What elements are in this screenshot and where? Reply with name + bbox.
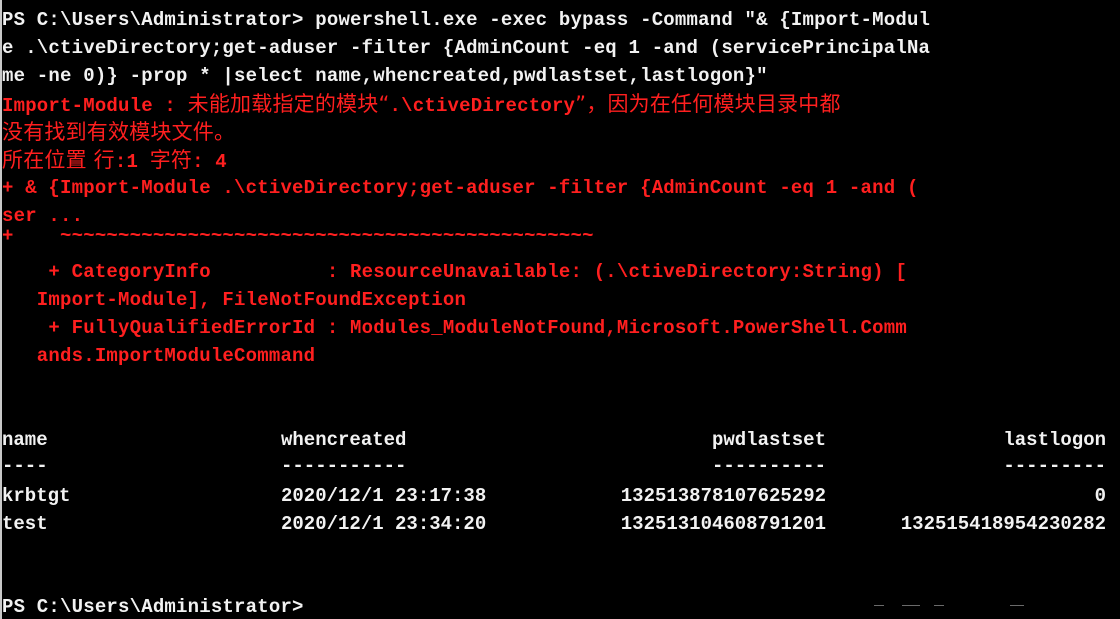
error-fully-qualified-id: + FullyQualifiedErrorId : Modules_Module… — [2, 317, 907, 339]
error-message-cn-c: 没有找到有效模块文件。 — [2, 120, 236, 144]
artifact-speck — [934, 605, 944, 606]
column-underline-pwdlastset: ---------- — [711, 455, 826, 477]
column-header-name: name — [2, 429, 48, 451]
error-category-info: + CategoryInfo : ResourceUnavailable: (.… — [2, 261, 907, 283]
artifact-speck — [902, 605, 920, 606]
powershell-console[interactable]: PS C:\Users\Administrator> powershell.ex… — [0, 0, 1120, 619]
command-line-2: e .\ctiveDirectory;get-aduser -filter {A… — [2, 37, 931, 59]
column-underline-name: ---- — [2, 455, 48, 477]
column-underline-lastlogon: --------- — [1003, 455, 1106, 477]
artifact-speck — [874, 605, 884, 606]
error-location-char: : 4 — [192, 151, 227, 173]
error-fully-qualified-id-cont: ands.ImportModuleCommand — [2, 345, 316, 367]
shell-prompt[interactable]: PS C:\Users\Administrator> — [2, 593, 304, 619]
error-category-info-cont: Import-Module], FileNotFoundException — [2, 289, 467, 311]
cell-name: krbtgt — [2, 485, 71, 507]
cell-whencreated: 2020/12/1 23:17:38 — [281, 485, 487, 507]
error-underline: + ~~~~~~~~~~~~~~~~~~~~~~~~~~~~~~~~~~~~~~… — [2, 225, 594, 247]
error-source: Import-Module : — [2, 95, 188, 117]
cell-lastlogon: 132515418954230282 — [900, 513, 1106, 535]
error-line-4: + & {Import-Module .\ctiveDirectory;get-… — [2, 177, 919, 199]
cell-lastlogon: 0 — [1094, 485, 1106, 507]
column-header-lastlogon: lastlogon — [1003, 429, 1106, 451]
artifact-speck — [1010, 605, 1024, 606]
command-line-3: me -ne 0)} -prop * |select name,whencrea… — [2, 65, 768, 87]
error-line-1: Import-Module : 未能加载指定的模块“.\ctiveDirecto… — [2, 90, 841, 118]
column-header-pwdlastset: pwdlastset — [711, 429, 826, 451]
error-location-label: 所在位置 行 — [2, 148, 115, 172]
error-location-char-label: 字符 — [149, 148, 193, 172]
cell-whencreated: 2020/12/1 23:34:20 — [281, 513, 487, 535]
error-line-2: 没有找到有效模块文件。 — [2, 118, 235, 146]
error-location-line: 所在位置 行:1 字符: 4 — [2, 146, 227, 174]
column-underline-whencreated: ----------- — [281, 455, 407, 477]
error-message-cn-a: 未能加载指定的模块“ — [187, 92, 390, 116]
cell-name: test — [2, 513, 48, 535]
error-message-cn-b: ”，因为在任何模块目录中都 — [575, 92, 841, 116]
cell-pwdlastset: 132513878107625292 — [620, 485, 826, 507]
error-module-path: .\ctiveDirectory — [389, 95, 576, 117]
error-location-row: :1 — [114, 151, 150, 173]
command-line-1: PS C:\Users\Administrator> powershell.ex… — [2, 9, 931, 31]
cell-pwdlastset: 132513104608791201 — [620, 513, 826, 535]
column-header-whencreated: whencreated — [281, 429, 407, 451]
